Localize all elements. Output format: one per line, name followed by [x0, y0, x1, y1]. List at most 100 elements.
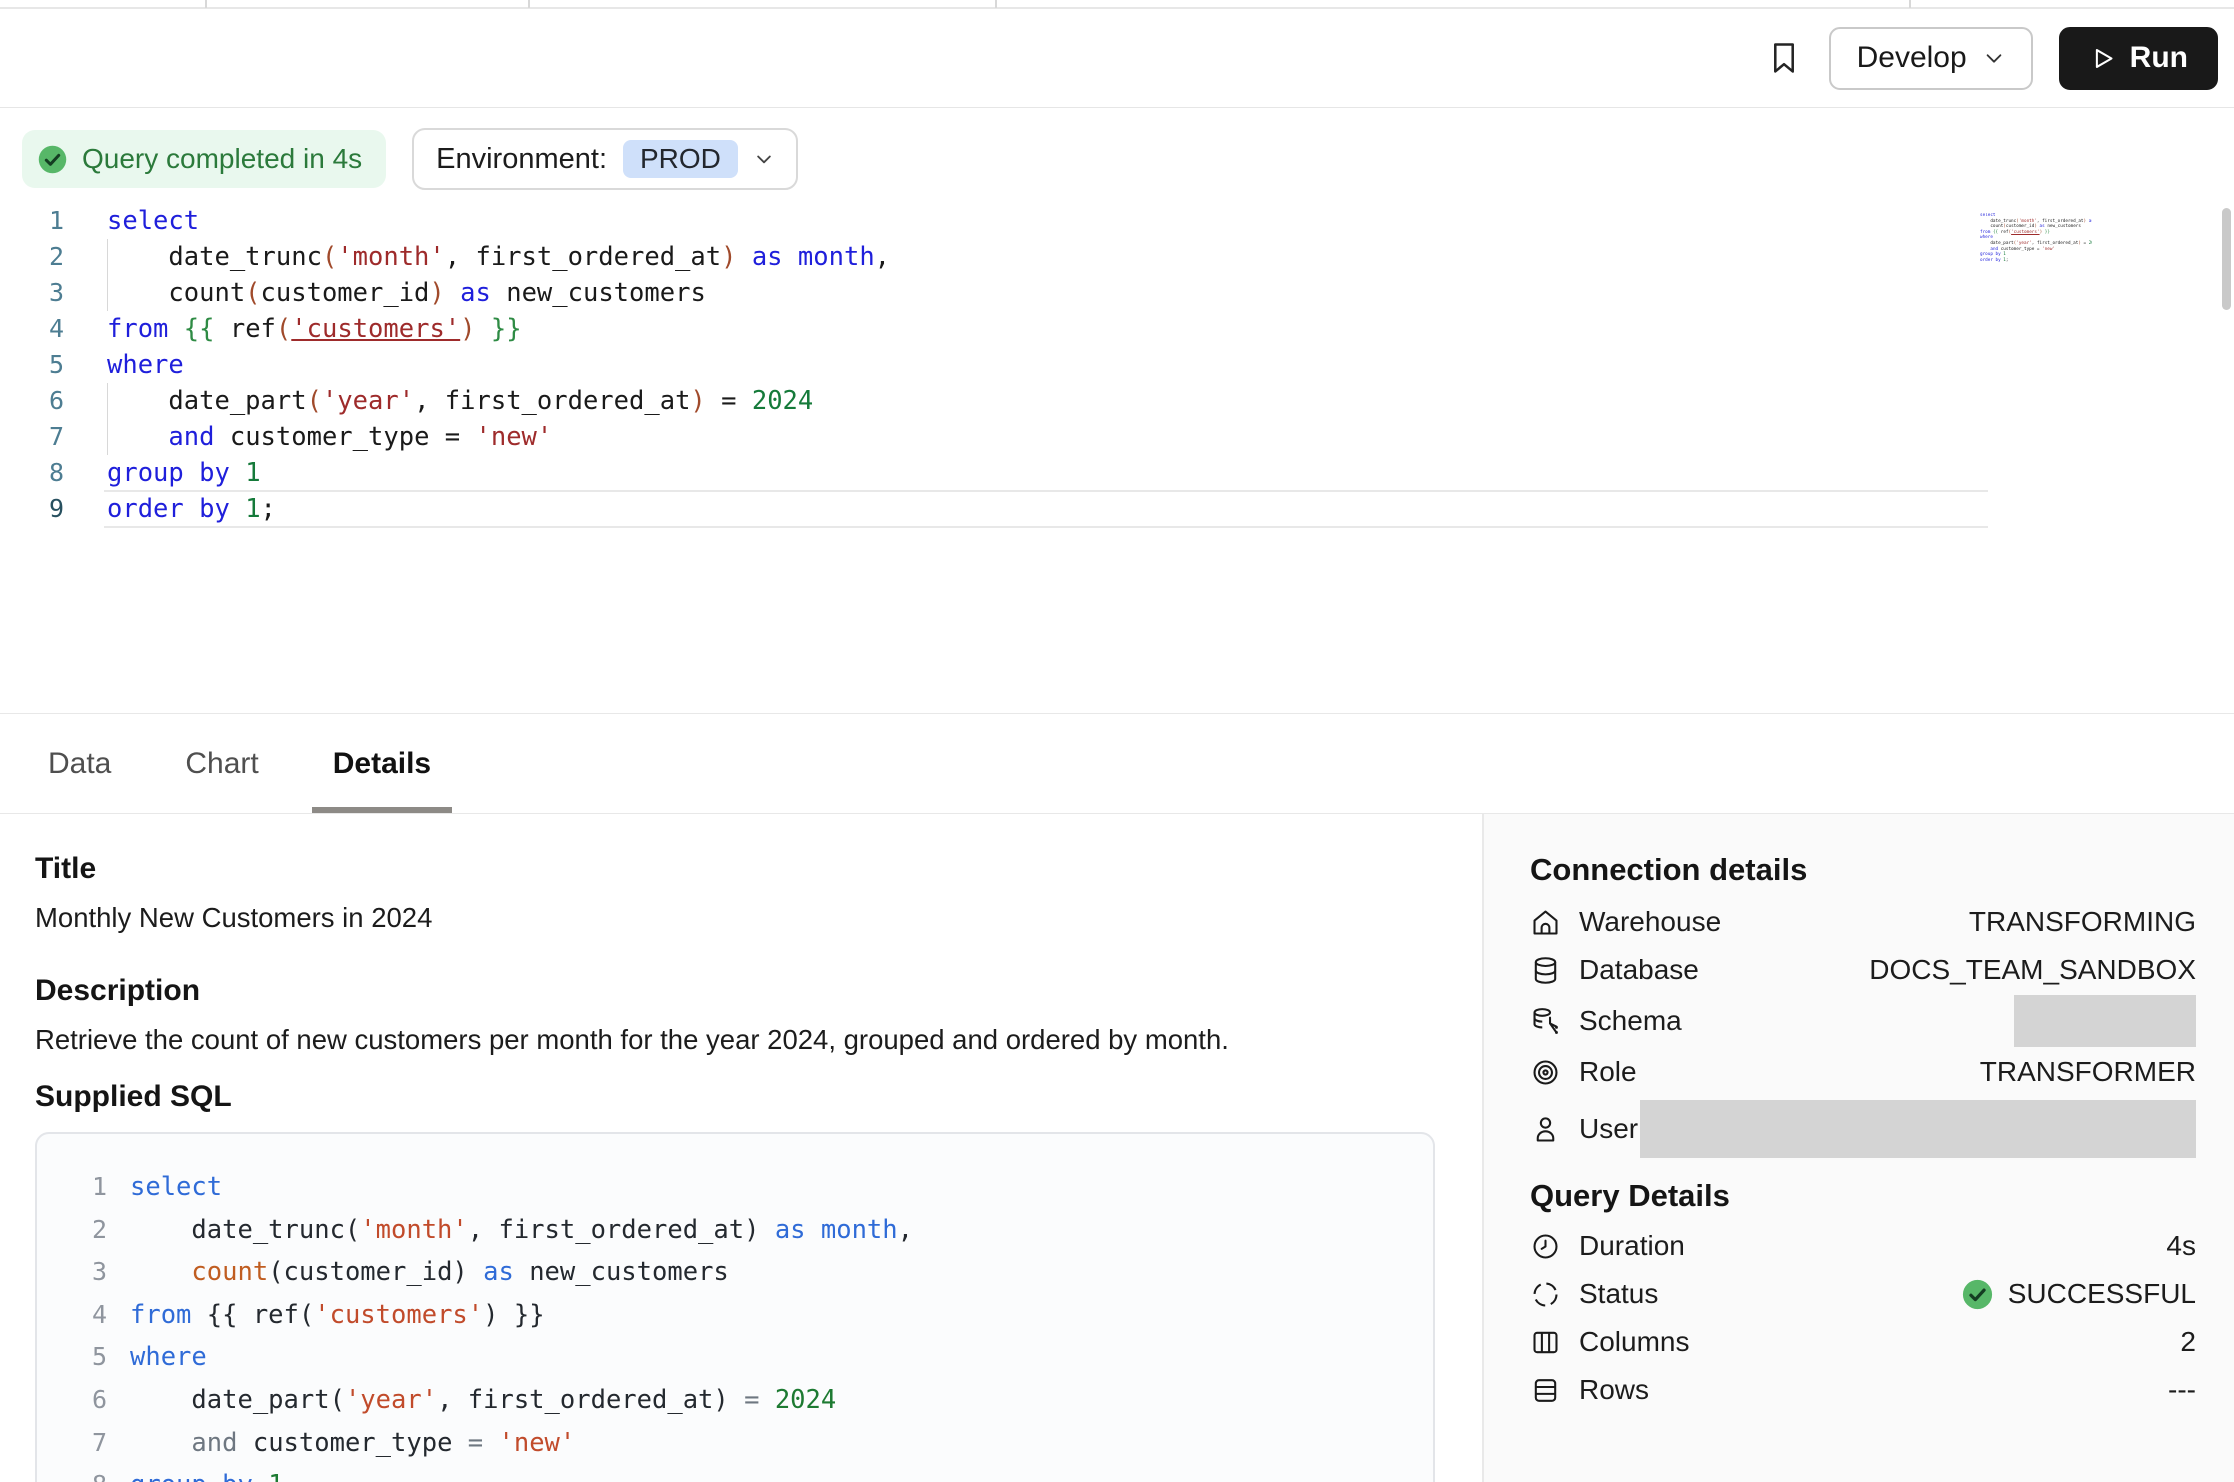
code-token: {{ — [184, 314, 215, 344]
code-token: customer_id — [2006, 224, 2034, 229]
code-text: group by 1 — [104, 455, 1988, 491]
supplied-sql-line: 7 and customer_type = 'new' — [37, 1422, 1433, 1465]
code-token: ) }} — [483, 1300, 544, 1330]
editor-line[interactable]: 1 select — [0, 203, 2234, 239]
code-token: and — [168, 422, 214, 452]
code-token — [230, 494, 245, 524]
query-details-rows: Duration4s Status SUCCESSFUL Columns2 Ro… — [1530, 1222, 2196, 1414]
editor-line[interactable]: 5 where — [0, 347, 2234, 383]
result-tab-bar: Data Chart Details — [0, 713, 2234, 814]
code-token: as — [2089, 219, 2092, 224]
code-text: and customer_type = 'new' — [104, 419, 1988, 455]
query-detail-label: Rows — [1579, 1374, 1649, 1406]
run-button[interactable]: Run — [2059, 27, 2218, 90]
editor-line[interactable]: 2 date_trunc('month', first_ordered_at) … — [0, 239, 2234, 275]
code-token: = — [468, 1428, 483, 1458]
code-token: date_trunc — [107, 242, 322, 272]
code-token: {{ ref( — [191, 1300, 314, 1330]
bookmark-icon[interactable] — [1765, 39, 1803, 77]
code-token — [130, 1428, 191, 1458]
query-status-badge: Query completed in 4s — [22, 130, 386, 188]
editor-line[interactable]: 7 and customer_type = 'new' — [0, 419, 2234, 455]
code-token: 'year' — [322, 386, 414, 416]
code-token: group by — [1980, 252, 2001, 257]
tab-divider — [995, 0, 997, 8]
line-number: 9 — [0, 491, 104, 527]
code-token: from — [130, 1300, 191, 1330]
code-token: = — [2081, 241, 2089, 246]
code-text: order by 1; — [104, 491, 1988, 527]
code-token: date_part — [1980, 241, 2014, 246]
tab-chart[interactable]: Chart — [172, 714, 271, 813]
database-icon — [1530, 955, 1561, 986]
code-token: , first_ordered_at — [2032, 241, 2079, 246]
code-text: date_trunc('month', first_ordered_at) as… — [107, 1209, 913, 1252]
code-token: ( — [307, 386, 322, 416]
code-token: order by — [107, 494, 230, 524]
tab-details[interactable]: Details — [320, 714, 444, 813]
query-detail-label: Duration — [1579, 1230, 1685, 1262]
editor-minimap[interactable]: select date_trunc('month', first_ordered… — [1980, 213, 2092, 333]
develop-button-label: Develop — [1857, 41, 1967, 75]
code-text: group by 1 — [107, 1464, 284, 1482]
code-token — [230, 458, 245, 488]
editor-scrollbar[interactable] — [2222, 208, 2231, 310]
editor-line[interactable]: 6 date_part('year', first_ordered_at) = … — [0, 383, 2234, 419]
tab-data[interactable]: Data — [35, 714, 124, 813]
code-token: ) — [721, 242, 736, 272]
develop-button[interactable]: Develop — [1829, 27, 2033, 90]
browser-tab-strip — [0, 0, 2234, 9]
line-number: 3 — [37, 1251, 107, 1294]
editor-line[interactable]: 8 group by 1 — [0, 455, 2234, 491]
connection-details-heading: Connection details — [1530, 852, 2196, 888]
warehouse-icon — [1530, 907, 1561, 938]
details-left-pane: Title Monthly New Customers in 2024 Desc… — [0, 814, 1482, 1482]
code-token: customer_type = — [1998, 247, 2042, 252]
check-circle-icon — [1960, 1277, 1995, 1312]
code-token: where — [1980, 235, 1993, 240]
connection-row-role: RoleTRANSFORMER — [1530, 1048, 2196, 1096]
status-icon — [1530, 1279, 1561, 1310]
code-token: date_trunc( — [130, 1215, 360, 1245]
code-token: ( — [322, 242, 337, 272]
line-number: 2 — [0, 239, 104, 275]
environment-selector[interactable]: Environment: PROD — [412, 128, 798, 190]
line-number: 8 — [0, 455, 104, 491]
editor-line[interactable]: 3 count(customer_id) as new_customers — [0, 275, 2234, 311]
query-status-text: Query completed in 4s — [82, 143, 362, 175]
code-token: 'new' — [2042, 247, 2055, 252]
code-token: as month — [775, 1215, 898, 1245]
code-token: 1 — [245, 458, 260, 488]
code-token: ref — [1998, 230, 2008, 235]
code-text: where — [104, 347, 1988, 383]
code-token: select — [130, 1172, 222, 1202]
code-token: as — [752, 242, 783, 272]
supplied-sql-line: 4 from {{ ref('customers') }} — [37, 1294, 1433, 1337]
code-token: date_part( — [130, 1385, 345, 1415]
code-token — [476, 314, 491, 344]
editor-line[interactable]: 4 from {{ ref('customers') }} — [0, 311, 2234, 347]
sql-editor[interactable]: 1 select 2 date_trunc('month', first_ord… — [0, 203, 2234, 713]
role-icon — [1530, 1057, 1561, 1088]
code-text: from {{ ref('customers') }} — [104, 311, 1988, 347]
query-details-heading: Query Details — [1530, 1178, 2196, 1214]
code-token: ) — [429, 278, 444, 308]
connection-details-rows: WarehouseTRANSFORMING DatabaseDOCS_TEAM_… — [1530, 898, 2196, 1162]
code-token: 1 — [268, 1470, 283, 1482]
editor-line[interactable]: 9 order by 1; — [0, 491, 2234, 527]
code-token: count — [191, 1257, 268, 1287]
code-token — [736, 242, 751, 272]
code-token — [483, 1428, 498, 1458]
query-detail-row-columns: Columns2 — [1530, 1318, 2196, 1366]
line-number: 4 — [37, 1294, 107, 1337]
connection-row-user: User — [1530, 1096, 2196, 1162]
redacted-value — [1640, 1100, 2196, 1158]
code-token: where — [130, 1342, 207, 1372]
check-circle-icon — [36, 143, 69, 176]
code-token: as — [460, 278, 491, 308]
line-number: 5 — [0, 347, 104, 383]
line-number: 6 — [0, 383, 104, 419]
indent-guide — [107, 419, 108, 455]
query-detail-value: 4s — [2166, 1230, 2196, 1262]
code-token: 'new' — [499, 1428, 576, 1458]
